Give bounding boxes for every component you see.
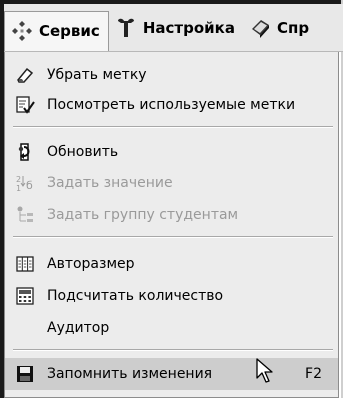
- menu-item-view-used-marks[interactable]: Посмотреть используемые метки: [5, 90, 338, 120]
- shortcut-label: F2: [305, 366, 322, 382]
- svg-text:2: 2: [16, 175, 21, 184]
- columns-autosize-icon: [16, 256, 34, 272]
- menu-item-label: Задать значение: [47, 175, 173, 191]
- menu-item-auditor[interactable]: Аудитор: [5, 313, 338, 343]
- refresh-icon: [18, 143, 30, 161]
- menu-item-label: Посмотреть используемые метки: [47, 97, 296, 113]
- menu-item-label: Обновить: [47, 144, 119, 160]
- menu-item-count[interactable]: Подсчитать количество: [5, 281, 338, 311]
- menu-separator: [13, 349, 333, 351]
- wrench-icon: [117, 18, 134, 37]
- svg-text:1: 1: [16, 184, 21, 193]
- menu-item-remove-mark[interactable]: Убрать метку: [5, 60, 338, 90]
- group-tree-icon: [17, 206, 33, 222]
- menu-item-label: Задать группу студентам: [47, 207, 239, 223]
- menu-item-save-changes[interactable]: Запомнить изменения F2: [5, 358, 338, 390]
- menu-item-autosize[interactable]: Авторазмер: [5, 249, 338, 279]
- menu-item-label: Подсчитать количество: [47, 288, 224, 304]
- menu-help[interactable]: Спр: [243, 9, 317, 47]
- menu-item-label: Авторазмер: [47, 256, 135, 272]
- window-frame: Сервис Настройка Спр Убрать метку Посмот…: [0, 0, 343, 398]
- menubar: Сервис Настройка Спр: [4, 4, 343, 52]
- menu-item-set-student-group[interactable]: Задать группу студентам: [5, 200, 338, 230]
- save-floppy-icon: [17, 366, 33, 382]
- menu-separator: [13, 236, 333, 238]
- menu-service-label: Сервис: [39, 22, 100, 40]
- calculator-icon: [16, 287, 34, 305]
- menu-settings-label: Настройка: [142, 18, 235, 37]
- svg-text:б: б: [26, 179, 33, 192]
- check-document-icon: [16, 96, 35, 114]
- service-dropdown-menu: Убрать метку Посмотреть используемые мет…: [4, 52, 339, 398]
- tools-diamond-icon: [12, 21, 32, 41]
- menu-service[interactable]: Сервис: [4, 10, 109, 51]
- menu-item-label: Убрать метку: [47, 67, 147, 83]
- menu-item-refresh[interactable]: Обновить: [5, 137, 338, 167]
- menu-item-label: Аудитор: [47, 320, 110, 336]
- menu-item-label: Запомнить изменения: [47, 366, 213, 382]
- sort-values-icon: 2 1 б: [16, 175, 33, 193]
- mouse-pointer-icon: [256, 358, 273, 383]
- help-book-icon: [251, 19, 269, 38]
- eraser-icon: [17, 67, 34, 83]
- menu-separator: [13, 126, 333, 128]
- menu-help-label: Спр: [276, 18, 310, 37]
- menu-settings[interactable]: Настройка: [109, 9, 243, 47]
- menu-item-set-value[interactable]: 2 1 б Задать значение: [5, 168, 338, 198]
